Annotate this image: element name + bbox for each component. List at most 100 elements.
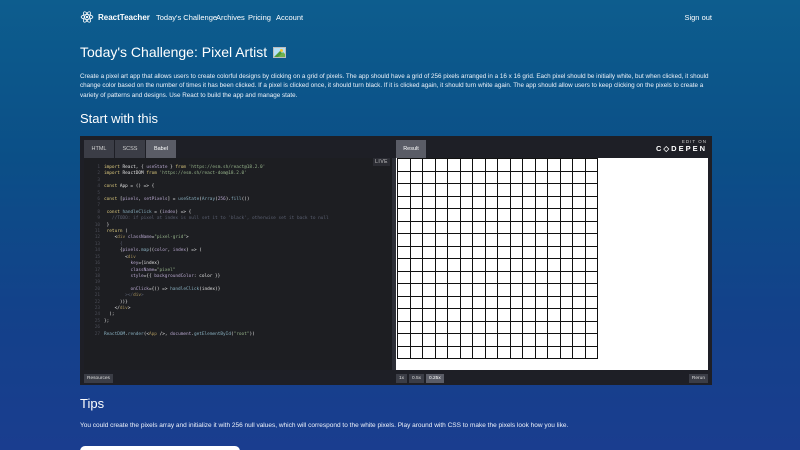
pixel[interactable] xyxy=(423,171,436,184)
pixel[interactable] xyxy=(573,196,586,209)
pixel[interactable] xyxy=(560,221,573,234)
pixel[interactable] xyxy=(460,196,473,209)
pixel[interactable] xyxy=(423,271,436,284)
pixel[interactable] xyxy=(423,234,436,247)
bottom-button[interactable] xyxy=(80,446,240,450)
pixel[interactable] xyxy=(573,221,586,234)
pixel[interactable] xyxy=(410,259,423,272)
pixel[interactable] xyxy=(448,271,461,284)
pixel[interactable] xyxy=(485,309,498,322)
pixel[interactable] xyxy=(448,196,461,209)
pixel[interactable] xyxy=(498,196,511,209)
pixel[interactable] xyxy=(548,296,561,309)
pixel[interactable] xyxy=(510,284,523,297)
pixel[interactable] xyxy=(510,296,523,309)
pixel[interactable] xyxy=(398,184,411,197)
pixel[interactable] xyxy=(485,234,498,247)
pixel[interactable] xyxy=(435,296,448,309)
pixel[interactable] xyxy=(485,221,498,234)
pixel[interactable] xyxy=(498,271,511,284)
pixel[interactable] xyxy=(460,296,473,309)
pixel[interactable] xyxy=(473,309,486,322)
pixel[interactable] xyxy=(410,234,423,247)
pixel[interactable] xyxy=(473,321,486,334)
pixel[interactable] xyxy=(548,284,561,297)
pixel[interactable] xyxy=(573,309,586,322)
pixel[interactable] xyxy=(435,221,448,234)
pixel[interactable] xyxy=(535,259,548,272)
pixel[interactable] xyxy=(560,271,573,284)
pixel[interactable] xyxy=(535,184,548,197)
pixel[interactable] xyxy=(435,334,448,347)
pixel[interactable] xyxy=(398,221,411,234)
pixel[interactable] xyxy=(498,346,511,359)
pixel[interactable] xyxy=(560,184,573,197)
pixel[interactable] xyxy=(435,184,448,197)
pixel[interactable] xyxy=(548,334,561,347)
pixel[interactable] xyxy=(423,321,436,334)
pixel[interactable] xyxy=(410,159,423,172)
pixel[interactable] xyxy=(473,184,486,197)
pixel[interactable] xyxy=(535,159,548,172)
pixel[interactable] xyxy=(585,184,598,197)
pixel[interactable] xyxy=(573,171,586,184)
pixel[interactable] xyxy=(410,221,423,234)
pixel[interactable] xyxy=(573,246,586,259)
pixel[interactable] xyxy=(398,259,411,272)
pixel[interactable] xyxy=(473,334,486,347)
pixel[interactable] xyxy=(473,209,486,222)
pixel[interactable] xyxy=(510,259,523,272)
pixel[interactable] xyxy=(448,246,461,259)
pixel[interactable] xyxy=(460,346,473,359)
pixel[interactable] xyxy=(498,246,511,259)
pixel[interactable] xyxy=(410,346,423,359)
pixel[interactable] xyxy=(423,346,436,359)
pixel[interactable] xyxy=(448,346,461,359)
pixel[interactable] xyxy=(573,271,586,284)
pixel[interactable] xyxy=(573,159,586,172)
pixel[interactable] xyxy=(473,246,486,259)
pixel[interactable] xyxy=(548,171,561,184)
pixel[interactable] xyxy=(410,209,423,222)
tab-babel[interactable]: Babel xyxy=(146,140,176,158)
pixel[interactable] xyxy=(585,321,598,334)
pixel[interactable] xyxy=(485,246,498,259)
resources-button[interactable]: Resources xyxy=(84,374,113,383)
pixel[interactable] xyxy=(585,284,598,297)
pixel[interactable] xyxy=(460,221,473,234)
pixel[interactable] xyxy=(585,221,598,234)
tab-scss[interactable]: SCSS xyxy=(115,140,145,158)
pixel[interactable] xyxy=(573,334,586,347)
pixel[interactable] xyxy=(473,259,486,272)
pixel[interactable] xyxy=(573,346,586,359)
pixel[interactable] xyxy=(398,271,411,284)
pixel[interactable] xyxy=(585,209,598,222)
pixel[interactable] xyxy=(435,321,448,334)
pixel[interactable] xyxy=(460,309,473,322)
pixel[interactable] xyxy=(423,259,436,272)
pixel[interactable] xyxy=(435,259,448,272)
pixel[interactable] xyxy=(523,346,536,359)
pixel[interactable] xyxy=(485,171,498,184)
pixel[interactable] xyxy=(460,259,473,272)
edit-on-codepen-link[interactable]: EDIT ON C◇DEPEN xyxy=(656,139,707,153)
pixel[interactable] xyxy=(460,284,473,297)
pixel[interactable] xyxy=(485,209,498,222)
pixel[interactable] xyxy=(498,309,511,322)
pixel[interactable] xyxy=(585,334,598,347)
pixel[interactable] xyxy=(448,334,461,347)
pixel[interactable] xyxy=(498,334,511,347)
pixel[interactable] xyxy=(535,221,548,234)
pixel[interactable] xyxy=(485,321,498,334)
pixel[interactable] xyxy=(435,171,448,184)
pixel[interactable] xyxy=(585,246,598,259)
pixel[interactable] xyxy=(460,271,473,284)
pixel[interactable] xyxy=(473,171,486,184)
pixel[interactable] xyxy=(573,184,586,197)
pixel[interactable] xyxy=(448,209,461,222)
pixel[interactable] xyxy=(460,234,473,247)
pixel[interactable] xyxy=(460,321,473,334)
pixel[interactable] xyxy=(498,221,511,234)
pixel[interactable] xyxy=(510,246,523,259)
pixel[interactable] xyxy=(560,196,573,209)
